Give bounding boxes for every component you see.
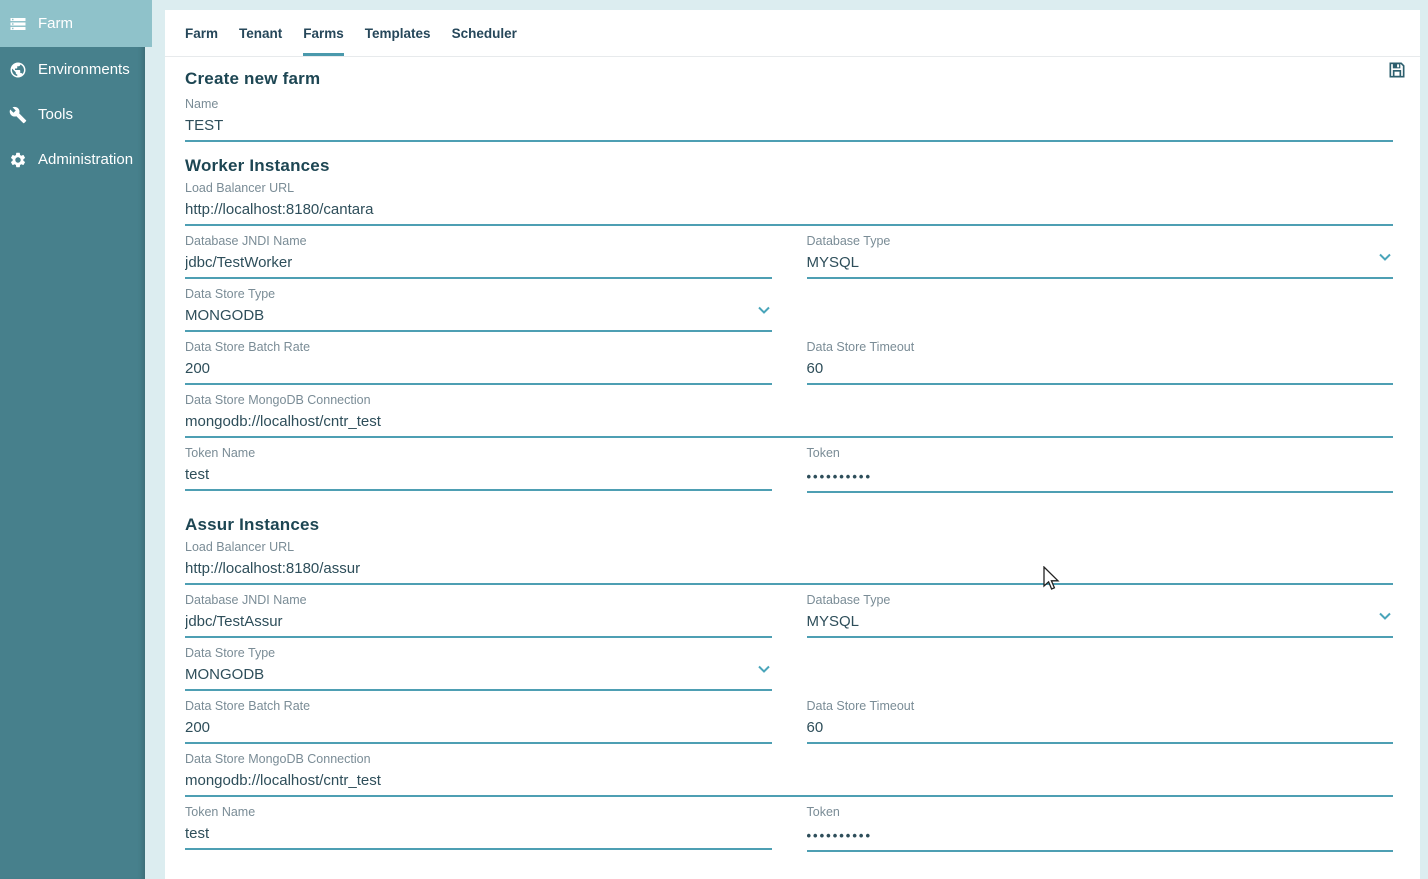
field-data-store-type: Data Store Type [185, 646, 772, 691]
sidebar-item-label: Environments [38, 61, 130, 78]
field-data-store-timeout: Data Store Timeout [807, 699, 1394, 744]
tab-bar: Farm Tenant Farms Templates Scheduler [165, 10, 1420, 57]
field-label: Data Store Timeout [807, 699, 1394, 716]
field-database-jndi-name: Database JNDI Name [185, 593, 772, 638]
sidebar-item-label: Farm [38, 15, 73, 32]
field-token-name: Token Name [185, 446, 772, 493]
tab-farms[interactable]: Farms [303, 10, 344, 56]
sidebar: Farm Environments Tools Administration [0, 0, 145, 879]
data-store-batch-rate-input[interactable] [185, 716, 772, 744]
field-data-store-type: Data Store Type [185, 287, 772, 332]
field-load-balancer-url: Load Balancer URL [185, 181, 1393, 226]
data-store-type-select[interactable] [185, 663, 772, 691]
database-jndi-name-input[interactable] [185, 610, 772, 638]
field-data-store-mongodb-connection: Data Store MongoDB Connection [185, 752, 1393, 797]
field-label: Data Store Batch Rate [185, 699, 772, 716]
spacer [807, 646, 1394, 699]
field-token: Token [807, 446, 1394, 493]
database-jndi-name-input[interactable] [185, 251, 772, 279]
tab-farm[interactable]: Farm [185, 10, 218, 56]
field-load-balancer-url: Load Balancer URL [185, 540, 1393, 585]
load-balancer-url-input[interactable] [185, 198, 1393, 226]
field-label: Name [185, 97, 1393, 114]
field-data-store-mongodb-connection: Data Store MongoDB Connection [185, 393, 1393, 438]
field-label: Database Type [807, 234, 1394, 251]
data-store-batch-rate-input[interactable] [185, 357, 772, 385]
field-data-store-batch-rate: Data Store Batch Rate [185, 340, 772, 385]
name-input[interactable] [185, 114, 1393, 142]
field-label: Data Store MongoDB Connection [185, 752, 1393, 769]
form-content: Create new farm Name Worker Instances Lo… [165, 57, 1420, 860]
sidebar-item-administration[interactable]: Administration [0, 137, 145, 182]
field-label: Token Name [185, 805, 772, 822]
sidebar-item-farm[interactable]: Farm [0, 0, 152, 47]
field-label: Token [807, 805, 1394, 822]
field-name: Name [185, 97, 1393, 142]
field-label: Data Store Type [185, 287, 772, 304]
tab-tenant[interactable]: Tenant [239, 10, 282, 56]
field-label: Database Type [807, 593, 1394, 610]
page-title: Create new farm [185, 69, 320, 89]
field-data-store-batch-rate: Data Store Batch Rate [185, 699, 772, 744]
field-label: Database JNDI Name [185, 234, 772, 251]
worker-section-grid: Load Balancer URL Database JNDI Name Dat… [185, 181, 1393, 501]
wrench-icon [9, 106, 27, 124]
field-token: Token [807, 805, 1394, 852]
sidebar-item-environments[interactable]: Environments [0, 47, 145, 92]
token-input[interactable] [807, 463, 1394, 493]
sidebar-item-label: Tools [38, 106, 73, 123]
load-balancer-url-input[interactable] [185, 557, 1393, 585]
save-button[interactable] [1386, 59, 1408, 81]
spacer [807, 287, 1394, 340]
assur-section-grid: Load Balancer URL Database JNDI Name Dat… [185, 540, 1393, 860]
field-database-jndi-name: Database JNDI Name [185, 234, 772, 279]
section-title-worker: Worker Instances [185, 156, 1393, 176]
field-label: Data Store Batch Rate [185, 340, 772, 357]
field-label: Token Name [185, 446, 772, 463]
tab-scheduler[interactable]: Scheduler [452, 10, 517, 56]
globe-icon [9, 61, 27, 79]
token-name-input[interactable] [185, 463, 772, 491]
field-label: Database JNDI Name [185, 593, 772, 610]
field-token-name: Token Name [185, 805, 772, 852]
field-label: Data Store Type [185, 646, 772, 663]
field-label: Data Store Timeout [807, 340, 1394, 357]
data-store-timeout-input[interactable] [807, 357, 1394, 385]
field-data-store-timeout: Data Store Timeout [807, 340, 1394, 385]
data-store-mongodb-connection-input[interactable] [185, 410, 1393, 438]
gear-icon [9, 151, 27, 169]
token-input[interactable] [807, 822, 1394, 852]
field-database-type: Database Type [807, 234, 1394, 279]
data-store-type-select[interactable] [185, 304, 772, 332]
data-store-timeout-input[interactable] [807, 716, 1394, 744]
token-name-input[interactable] [185, 822, 772, 850]
section-title-assur: Assur Instances [185, 515, 1393, 535]
sidebar-item-label: Administration [38, 151, 133, 168]
sidebar-item-tools[interactable]: Tools [0, 92, 145, 137]
data-store-mongodb-connection-input[interactable] [185, 769, 1393, 797]
field-database-type: Database Type [807, 593, 1394, 638]
field-label: Load Balancer URL [185, 181, 1393, 198]
field-label: Token [807, 446, 1394, 463]
save-icon [1387, 60, 1407, 80]
tab-templates[interactable]: Templates [365, 10, 431, 56]
main-content-card: Farm Tenant Farms Templates Scheduler Cr… [165, 10, 1420, 879]
database-type-select[interactable] [807, 251, 1394, 279]
field-label: Data Store MongoDB Connection [185, 393, 1393, 410]
storage-icon [9, 15, 27, 33]
database-type-select[interactable] [807, 610, 1394, 638]
field-label: Load Balancer URL [185, 540, 1393, 557]
